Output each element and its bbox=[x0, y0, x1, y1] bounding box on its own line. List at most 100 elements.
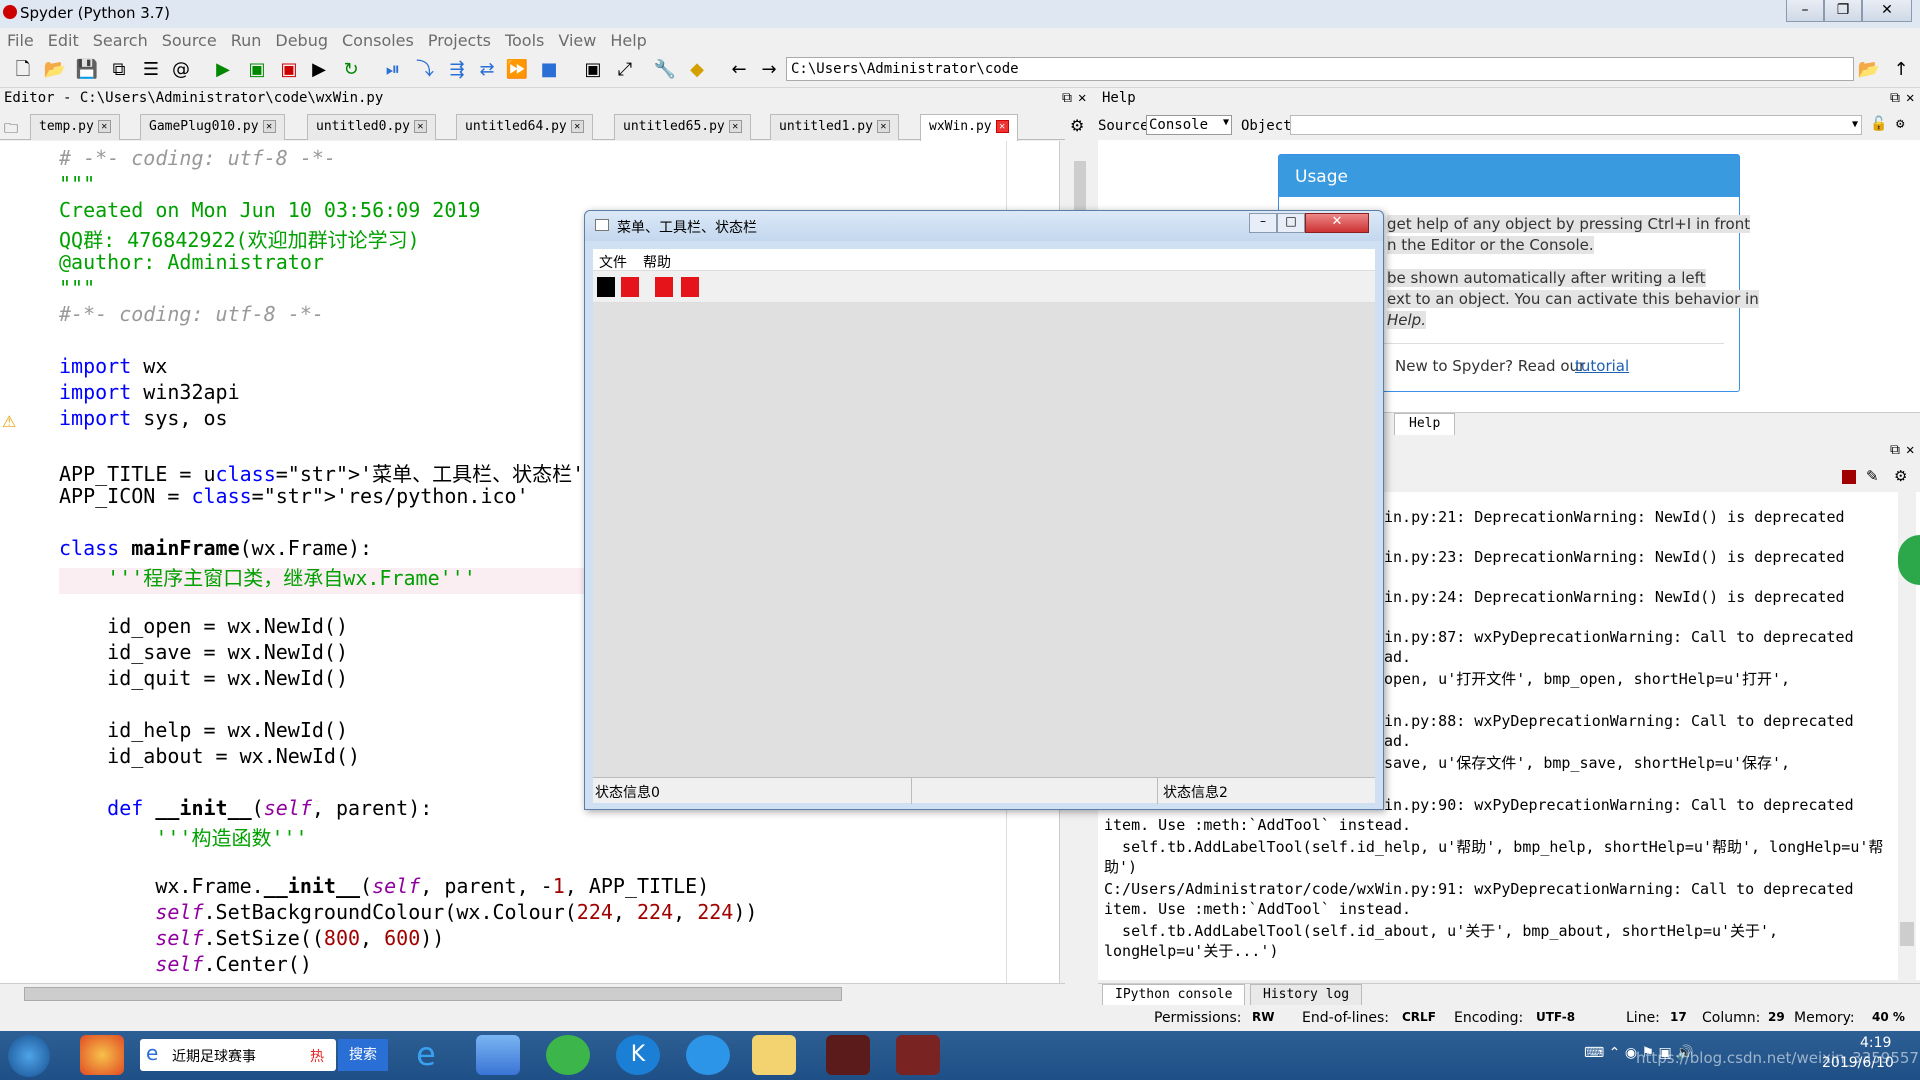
ie-browser-icon[interactable]: e bbox=[404, 1035, 448, 1075]
run-cell-advance-icon[interactable]: ▣ bbox=[276, 58, 302, 82]
about-tool-icon[interactable] bbox=[681, 277, 699, 297]
browse-folder-icon[interactable]: 📂 bbox=[1856, 58, 1882, 82]
messenger-icon[interactable] bbox=[686, 1035, 730, 1075]
close-button[interactable]: ✕ bbox=[1862, 0, 1912, 22]
tutorial-link[interactable]: tutorial bbox=[1575, 357, 1629, 375]
menu-debug[interactable]: Debug bbox=[268, 28, 335, 53]
debug-icon[interactable]: ⏯ bbox=[380, 58, 406, 82]
back-arrow-icon[interactable]: ← bbox=[726, 58, 752, 82]
stop-icon[interactable] bbox=[1842, 470, 1856, 484]
spyder-task-icon[interactable] bbox=[896, 1035, 940, 1075]
close-pane-icon[interactable]: ✕ bbox=[1906, 442, 1914, 458]
menu-edit[interactable]: Edit bbox=[41, 28, 86, 53]
preferences-icon[interactable]: 🔧 bbox=[652, 58, 678, 82]
close-icon[interactable]: ✕ bbox=[97, 120, 111, 133]
menu-tools[interactable]: Tools bbox=[498, 28, 551, 53]
run-icon[interactable]: ▶ bbox=[210, 58, 236, 82]
close-icon[interactable]: ✕ bbox=[728, 120, 742, 133]
close-pane-icon[interactable]: ✕ bbox=[1078, 90, 1086, 106]
at-icon[interactable]: @ bbox=[168, 58, 194, 82]
feishu-icon[interactable] bbox=[476, 1035, 520, 1075]
k-app-icon[interactable]: K bbox=[616, 1035, 660, 1075]
menu-source[interactable]: Source bbox=[155, 28, 224, 53]
gear-icon[interactable]: ⚙ bbox=[1896, 116, 1904, 132]
help-tool-icon[interactable] bbox=[655, 277, 673, 297]
maximize-button[interactable]: ❐ bbox=[1824, 0, 1862, 22]
close-icon[interactable]: ✕ bbox=[995, 120, 1009, 133]
scrollbar-thumb[interactable] bbox=[1074, 161, 1086, 211]
undock-icon[interactable]: ⧉ bbox=[1890, 90, 1900, 106]
tab-temp[interactable]: temp.py ✕ bbox=[30, 114, 120, 140]
step-into-icon[interactable]: ⇶ bbox=[444, 58, 470, 82]
search-button[interactable]: 搜索 bbox=[338, 1039, 388, 1071]
close-icon[interactable]: ✕ bbox=[876, 120, 890, 133]
tab-untitled64[interactable]: untitled64.py ✕ bbox=[456, 114, 593, 140]
menu-file[interactable]: File bbox=[0, 28, 41, 53]
maximize-pane-icon[interactable]: ▣ bbox=[580, 58, 606, 82]
search-box[interactable]: e 近期足球赛事 热 bbox=[140, 1039, 336, 1071]
save-icon[interactable]: 💾 bbox=[74, 58, 100, 82]
wx-app-window[interactable]: 菜单、工具栏、状态栏 – □ ✕ 文件 帮助 状态信息0 状态信息2 bbox=[584, 210, 1384, 810]
tab-untitled1[interactable]: untitled1.py ✕ bbox=[770, 114, 899, 140]
360-icon[interactable] bbox=[80, 1035, 124, 1075]
working-directory-input[interactable]: C:\Users\Administrator\code bbox=[786, 57, 1854, 81]
new-file-icon[interactable]: 🗋 bbox=[10, 58, 36, 82]
scrollbar-thumb[interactable] bbox=[1900, 922, 1914, 946]
open-tool-icon[interactable] bbox=[597, 277, 615, 297]
fullscreen-icon[interactable]: ⤢ bbox=[612, 58, 638, 82]
tab-untitled65[interactable]: untitled65.py ✕ bbox=[614, 114, 751, 140]
run-selection-icon[interactable]: ▶ bbox=[306, 58, 332, 82]
tab-help[interactable]: Help bbox=[1394, 413, 1456, 435]
save-tool-icon[interactable] bbox=[621, 277, 639, 297]
minimize-button[interactable]: – bbox=[1786, 0, 1824, 22]
minimize-button[interactable]: – bbox=[1249, 213, 1277, 233]
menu-view[interactable]: View bbox=[551, 28, 603, 53]
step-return-icon[interactable]: ⇄ bbox=[474, 58, 500, 82]
close-pane-icon[interactable]: ✕ bbox=[1906, 90, 1914, 106]
file-browse-icon[interactable]: 🗀 bbox=[4, 118, 18, 142]
menu-help[interactable]: 帮助 bbox=[643, 252, 671, 272]
close-icon[interactable]: ✕ bbox=[262, 120, 276, 133]
menu-consoles[interactable]: Consoles bbox=[335, 28, 421, 53]
gear-icon[interactable]: ⚙ bbox=[1070, 116, 1084, 135]
tab-ipython-console[interactable]: IPython console bbox=[1102, 984, 1246, 1006]
undock-icon[interactable]: ⧉ bbox=[1062, 90, 1072, 106]
save-all-icon[interactable]: ⧉ bbox=[106, 58, 132, 82]
maximize-button[interactable]: □ bbox=[1277, 213, 1305, 233]
menu-projects[interactable]: Projects bbox=[421, 28, 498, 53]
360-browser-icon[interactable] bbox=[546, 1035, 590, 1075]
tab-untitled0[interactable]: untitled0.py ✕ bbox=[307, 114, 436, 140]
step-icon[interactable]: ⤵ bbox=[412, 58, 438, 82]
tab-gameplug010[interactable]: GamePlug010.py ✕ bbox=[140, 114, 285, 140]
rerun-icon[interactable]: ↻ bbox=[338, 58, 364, 82]
start-button[interactable] bbox=[8, 1035, 50, 1077]
continue-icon[interactable]: ⏩ bbox=[504, 58, 530, 82]
outline-icon[interactable]: ☰ bbox=[138, 58, 164, 82]
scrollbar-thumb[interactable] bbox=[24, 987, 842, 1001]
gear-icon[interactable]: ⚙ bbox=[1894, 467, 1907, 485]
stop-debug-icon[interactable]: ■ bbox=[536, 58, 562, 82]
close-icon[interactable]: ✕ bbox=[570, 120, 584, 133]
menu-search[interactable]: Search bbox=[86, 28, 155, 53]
tab-history-log[interactable]: History log bbox=[1250, 984, 1363, 1006]
run-cell-icon[interactable]: ▣ bbox=[244, 58, 270, 82]
open-file-icon[interactable]: 📂 bbox=[42, 58, 68, 82]
forward-arrow-icon[interactable]: → bbox=[756, 58, 782, 82]
tab-wxwin[interactable]: wxWin.py ✕ bbox=[920, 114, 1018, 141]
spyder-task-icon[interactable] bbox=[826, 1035, 870, 1075]
close-button[interactable]: ✕ bbox=[1305, 213, 1369, 233]
parent-dir-icon[interactable]: ↑ bbox=[1888, 58, 1914, 82]
menu-run[interactable]: Run bbox=[224, 28, 269, 53]
menu-file[interactable]: 文件 bbox=[599, 252, 627, 272]
folder-icon[interactable] bbox=[752, 1035, 796, 1075]
lock-icon[interactable]: 🔓 bbox=[1870, 116, 1887, 132]
source-select[interactable]: Console ▼ bbox=[1146, 115, 1232, 135]
editor-horizontal-scrollbar[interactable] bbox=[0, 983, 1065, 1003]
undock-icon[interactable]: ⧉ bbox=[1890, 442, 1900, 458]
object-input[interactable]: ▼ bbox=[1290, 115, 1862, 135]
code-line: id_save = wx.NewId() bbox=[59, 640, 348, 664]
close-icon[interactable]: ✕ bbox=[413, 120, 427, 133]
clear-icon[interactable]: ✎ bbox=[1866, 467, 1879, 485]
menu-help[interactable]: Help bbox=[603, 28, 653, 53]
python-path-icon[interactable]: ◆ bbox=[684, 58, 710, 82]
